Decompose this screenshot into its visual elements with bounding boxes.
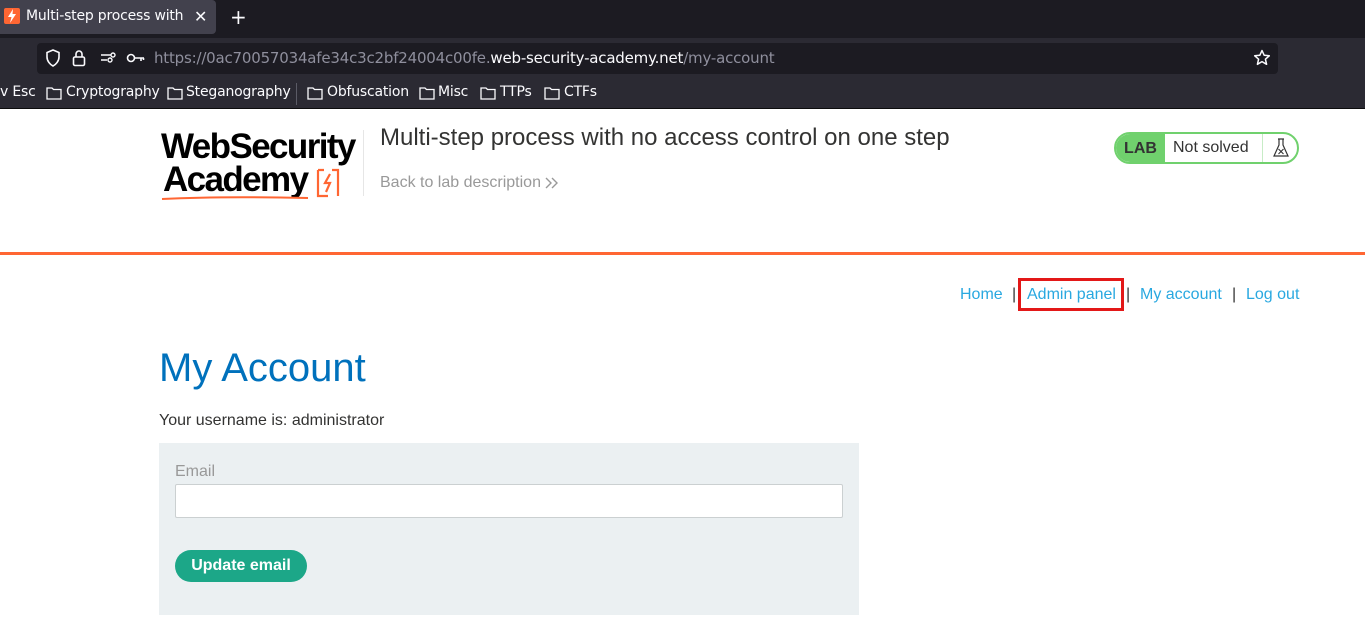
lightning-favicon-icon [4, 8, 20, 24]
lock-icon[interactable] [72, 49, 86, 67]
web-security-academy-logo[interactable]: WebSecurity Academy [161, 128, 361, 204]
email-field[interactable] [175, 484, 843, 518]
admin-panel-highlight [1018, 278, 1124, 311]
folder-icon [46, 87, 62, 100]
update-email-form: Email Update email [159, 443, 859, 615]
flask-icon [1262, 134, 1297, 162]
nav-separator: | [1012, 286, 1017, 303]
plus-icon[interactable]: + [230, 5, 247, 29]
nav-log-out-link[interactable]: Log out [1246, 286, 1299, 304]
bookmark-folder[interactable]: CTFs [544, 84, 597, 100]
address-bar[interactable]: https://0ac70057034afe34c3c2bf24004c00fe… [37, 43, 1278, 74]
bookmark-folder[interactable]: Steganography [167, 84, 291, 100]
folder-icon [544, 87, 560, 100]
browser-tab[interactable]: Multi-step process with no access contro… [0, 0, 216, 34]
bookmarks-toolbar: v Esc Cryptography Steganography Obfusca… [0, 78, 1365, 109]
navigation-toolbar: https://0ac70057034afe34c3c2bf24004c00fe… [0, 38, 1365, 78]
lab-title: Multi-step process with no access contro… [380, 124, 950, 151]
username-text: Your username is: administrator [159, 412, 385, 429]
star-icon[interactable] [1253, 49, 1271, 67]
back-to-lab-link[interactable]: Back to lab description [380, 174, 559, 192]
nav-separator: | [1126, 286, 1131, 303]
folder-icon [167, 87, 183, 100]
bookmark-folder[interactable]: Misc [419, 84, 468, 100]
nav-my-account-link[interactable]: My account [1140, 286, 1222, 304]
nav-home-link[interactable]: Home [960, 286, 1003, 304]
shield-icon[interactable] [45, 49, 61, 67]
bookmark-folder[interactable]: Cryptography [46, 84, 160, 100]
double-chevron-right-icon [545, 177, 558, 189]
logo-underline [161, 196, 309, 200]
header-divider [363, 130, 364, 196]
folder-icon [307, 87, 323, 100]
nav-separator: | [1232, 286, 1237, 303]
tab-strip: Multi-step process with no access contro… [0, 0, 1365, 38]
lightning-bolt-icon [316, 168, 340, 198]
email-label: Email [175, 463, 216, 480]
close-tab-icon[interactable]: ✕ [194, 7, 207, 26]
header-rule [0, 252, 1365, 255]
bookmark-folder[interactable]: TTPs [480, 84, 532, 100]
tab-title: Multi-step process with no access contro… [26, 8, 186, 24]
lab-badge: LAB [1116, 134, 1165, 162]
bookmark-folder[interactable]: Obfuscation [307, 84, 409, 100]
lab-status-widget: LAB Not solved [1114, 132, 1299, 164]
page-title: My Account [159, 346, 366, 390]
update-email-button[interactable]: Update email [175, 550, 307, 582]
folder-icon [419, 87, 435, 100]
url-text[interactable]: https://0ac70057034afe34c3c2bf24004c00fe… [154, 49, 775, 67]
bookmark-separator [296, 83, 297, 105]
permissions-icon[interactable] [99, 49, 117, 67]
lab-status-text: Not solved [1173, 139, 1249, 156]
key-icon[interactable] [126, 49, 146, 67]
folder-icon [480, 87, 496, 100]
bookmark-item[interactable]: v Esc [0, 84, 36, 100]
